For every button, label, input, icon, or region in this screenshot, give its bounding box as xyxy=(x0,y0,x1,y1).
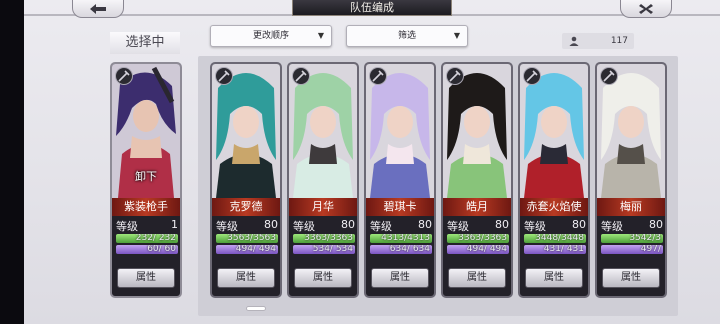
level-row: 等级 80 xyxy=(601,218,663,233)
character-name: 赤套火焰使 xyxy=(520,198,588,216)
role-icon xyxy=(215,67,233,85)
hp-bar: 3363/3363 xyxy=(447,234,509,243)
selected-label: 选择中 xyxy=(110,32,180,54)
sort-dropdown-label: 更改顺序 xyxy=(252,31,289,41)
attributes-button[interactable]: 属性 xyxy=(217,268,275,288)
level-label: 等级 xyxy=(216,220,238,233)
mp-bar: 494/ 494 xyxy=(216,245,278,254)
close-icon xyxy=(639,3,653,14)
character-card[interactable]: 皓月 等级 80 3363/3363 494/ 494 属性 xyxy=(441,62,513,298)
hp-text: 232/ 232 xyxy=(135,234,176,243)
hp-text: 3363/3363 xyxy=(458,234,507,243)
attributes-button[interactable]: 属性 xyxy=(371,268,429,288)
person-icon xyxy=(569,36,579,46)
character-card[interactable]: 赤套火焰使 等级 80 3448/3448 431/ 431 属性 xyxy=(518,62,590,298)
mp-bar: 494/ 494 xyxy=(447,245,509,254)
mp-text: 60/ 60 xyxy=(147,245,176,254)
back-button[interactable] xyxy=(72,0,124,18)
mp-bar: 634/ 634 xyxy=(370,245,432,254)
arrow-left-icon xyxy=(90,3,106,14)
close-button[interactable] xyxy=(620,0,672,18)
mp-text: 534/ 534 xyxy=(312,245,353,254)
chevron-down-icon: ▼ xyxy=(317,31,324,40)
level-label: 等级 xyxy=(524,220,546,233)
role-icon xyxy=(600,67,618,85)
team-formation-screen: 队伍编成 选择中 更改顺序 ▼ 筛选 ▼ 117 卸下 紫装枪手 等级 1 23… xyxy=(24,0,720,324)
member-count-value: 117 xyxy=(610,36,628,46)
attributes-button[interactable]: 属性 xyxy=(525,268,583,288)
level-row: 等级 80 xyxy=(524,218,586,233)
level-label: 等级 xyxy=(370,220,392,233)
level-value: 80 xyxy=(264,218,278,231)
chevron-down-icon: ▼ xyxy=(453,31,460,40)
mp-text: 431/ 431 xyxy=(543,245,584,254)
role-icon xyxy=(523,67,541,85)
mp-bar: 497/ xyxy=(601,245,663,254)
character-name: 克罗德 xyxy=(212,198,280,216)
attributes-button[interactable]: 属性 xyxy=(294,268,352,288)
mp-text: 634/ 634 xyxy=(389,245,430,254)
mp-text: 494/ 494 xyxy=(235,245,276,254)
filter-dropdown-label: 筛选 xyxy=(397,31,416,41)
character-name: 月华 xyxy=(289,198,357,216)
level-value: 1 xyxy=(171,218,178,231)
level-label: 等级 xyxy=(601,220,623,233)
character-name: 梅丽 xyxy=(597,198,665,216)
sort-dropdown[interactable]: 更改顺序 ▼ xyxy=(210,25,332,47)
role-icon xyxy=(292,67,310,85)
scroll-indicator[interactable] xyxy=(246,306,266,311)
attributes-button[interactable]: 属性 xyxy=(117,268,175,288)
role-icon xyxy=(369,67,387,85)
selected-character-card[interactable]: 卸下 紫装枪手 等级 1 232/ 232 60/ 60 属性 xyxy=(110,62,182,298)
level-value: 80 xyxy=(572,218,586,231)
level-value: 80 xyxy=(495,218,509,231)
character-card[interactable]: 月华 等级 80 3363/3363 534/ 534 属性 xyxy=(287,62,359,298)
hp-bar: 4313/4313 xyxy=(370,234,432,243)
character-card[interactable]: 碧琪卡 等级 80 4313/4313 634/ 634 属性 xyxy=(364,62,436,298)
mp-bar: 431/ 431 xyxy=(524,245,586,254)
level-value: 80 xyxy=(418,218,432,231)
hp-bar: 3448/3448 xyxy=(524,234,586,243)
character-card[interactable]: 克罗德 等级 80 3563/3563 494/ 494 属性 xyxy=(210,62,282,298)
role-icon xyxy=(446,67,464,85)
level-row: 等级 1 xyxy=(116,218,178,233)
level-row: 等级 80 xyxy=(216,218,278,233)
gun-role-icon xyxy=(115,67,133,85)
attributes-button[interactable]: 属性 xyxy=(602,268,660,288)
character-name: 皓月 xyxy=(443,198,511,216)
level-value: 80 xyxy=(649,218,663,231)
level-label: 等级 xyxy=(116,220,138,233)
unload-label[interactable]: 卸下 xyxy=(112,168,180,184)
mp-bar: 60/ 60 xyxy=(116,245,178,254)
level-row: 等级 80 xyxy=(370,218,432,233)
level-value: 80 xyxy=(341,218,355,231)
level-row: 等级 80 xyxy=(293,218,355,233)
hp-text: 3563/3563 xyxy=(227,234,276,243)
hp-text: 4313/4313 xyxy=(381,234,430,243)
level-label: 等级 xyxy=(447,220,469,233)
character-name: 紫装枪手 xyxy=(112,198,180,216)
page-title: 队伍编成 xyxy=(292,0,452,16)
hp-text: 3448/3448 xyxy=(535,234,584,243)
hp-bar: 3563/3563 xyxy=(216,234,278,243)
level-label: 等级 xyxy=(293,220,315,233)
hp-bar: 3363/3363 xyxy=(293,234,355,243)
character-name: 碧琪卡 xyxy=(366,198,434,216)
member-count: 117 xyxy=(562,33,634,49)
hp-text: 3363/3363 xyxy=(304,234,353,243)
attributes-button[interactable]: 属性 xyxy=(448,268,506,288)
hp-bar: 3542/3 xyxy=(601,234,663,243)
mp-text: 494/ 494 xyxy=(466,245,507,254)
mp-bar: 534/ 534 xyxy=(293,245,355,254)
mp-text: 497/ xyxy=(640,245,661,254)
hp-text: 3542/3 xyxy=(629,234,661,243)
hp-bar: 232/ 232 xyxy=(116,234,178,243)
character-card[interactable]: 梅丽 等级 80 3542/3 497/ 属性 xyxy=(595,62,667,298)
filter-dropdown[interactable]: 筛选 ▼ xyxy=(346,25,468,47)
level-row: 等级 80 xyxy=(447,218,509,233)
